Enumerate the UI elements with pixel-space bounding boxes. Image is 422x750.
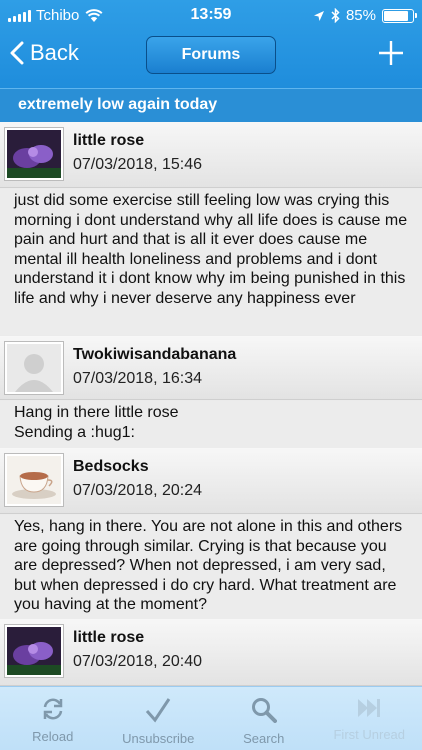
bluetooth-icon bbox=[331, 8, 340, 23]
tab-label: Search bbox=[243, 731, 285, 746]
post-author[interactable]: little rose bbox=[73, 132, 144, 150]
post-header[interactable]: Twokiwisandabanana 07/03/2018, 16:34 bbox=[0, 336, 422, 400]
post-date: 07/03/2018, 20:40 bbox=[73, 653, 203, 670]
avatar[interactable] bbox=[5, 454, 63, 506]
back-label: Back bbox=[30, 40, 79, 65]
chevron-left-icon bbox=[10, 41, 24, 65]
tab-label: Reload bbox=[32, 729, 74, 744]
reload-icon bbox=[43, 698, 62, 720]
post-header[interactable]: little rose 07/03/2018, 20:40 bbox=[0, 619, 422, 686]
back-button[interactable]: Back bbox=[10, 40, 79, 66]
post-body-line: Sending a :hug1: bbox=[14, 423, 135, 441]
bottom-toolbar: Reload Unsubscribe Search First Unread bbox=[0, 686, 422, 750]
post-body: Hang in there little rose Sending a :hug… bbox=[0, 401, 422, 448]
avatar[interactable] bbox=[5, 128, 63, 180]
post-date: 07/03/2018, 15:46 bbox=[73, 156, 203, 173]
avatar[interactable] bbox=[5, 625, 63, 677]
location-icon bbox=[313, 10, 324, 21]
post-author[interactable]: little rose bbox=[73, 629, 144, 647]
thread-title: extremely low again today bbox=[0, 88, 422, 122]
reload-button[interactable]: Reload bbox=[0, 687, 106, 750]
post-date: 07/03/2018, 16:34 bbox=[73, 370, 203, 387]
battery-icon bbox=[382, 8, 417, 23]
post-author[interactable]: Bedsocks bbox=[73, 458, 149, 476]
plus-icon[interactable] bbox=[378, 40, 404, 66]
post-body: Yes, hang in there. You are not alone in… bbox=[0, 515, 422, 619]
search-icon bbox=[251, 698, 277, 723]
battery-percent: 85% bbox=[345, 7, 376, 24]
status-bar: Tchibo 13:59 85% bbox=[0, 0, 422, 30]
post-body: just did some exercise still feeling low… bbox=[0, 189, 422, 335]
post-header[interactable]: little rose 07/03/2018, 15:46 bbox=[0, 122, 422, 188]
tab-label: Unsubscribe bbox=[122, 731, 195, 746]
header: Tchibo 13:59 85% Back Forums bbox=[0, 0, 422, 88]
unsubscribe-button[interactable]: Unsubscribe bbox=[106, 687, 212, 750]
battery-fill bbox=[384, 10, 408, 21]
skip-forward-icon bbox=[358, 699, 381, 717]
first-unread-button[interactable]: First Unread bbox=[317, 687, 422, 750]
avatar[interactable] bbox=[5, 342, 63, 394]
checkmark-icon bbox=[146, 698, 171, 723]
post-header[interactable]: Bedsocks 07/03/2018, 20:24 bbox=[0, 448, 422, 514]
post-author[interactable]: Twokiwisandabanana bbox=[73, 346, 236, 364]
forums-button[interactable]: Forums bbox=[146, 36, 276, 74]
post-date: 07/03/2018, 20:24 bbox=[73, 482, 203, 499]
post-body-line: Hang in there little rose bbox=[14, 404, 179, 421]
search-button[interactable]: Search bbox=[211, 687, 317, 750]
tab-label: First Unread bbox=[333, 727, 406, 742]
nav-bar: Back Forums bbox=[0, 30, 422, 84]
